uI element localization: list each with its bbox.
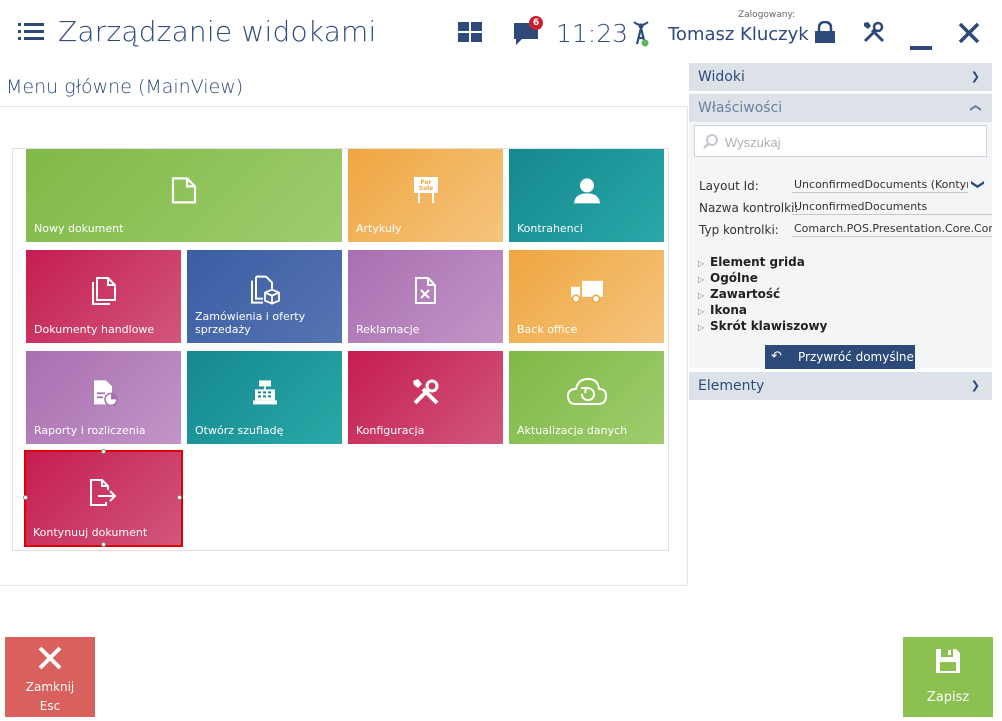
save-button-label: Zapisz	[926, 690, 970, 705]
hamburger-menu-icon[interactable]	[18, 22, 44, 42]
tiles-view-icon[interactable]	[458, 22, 482, 46]
control-name-field[interactable]: UnconfirmedDocuments	[792, 200, 992, 215]
elementy-section-header[interactable]: Elementy ❯	[689, 372, 992, 400]
for-sale-sign-icon: For Sale	[412, 175, 440, 205]
tile-raporty-rozliczenia[interactable]: Raporty i rozliczenia	[26, 351, 181, 444]
layout-id-select[interactable]: UnconfirmedDocuments (Kontynuuj	[792, 178, 968, 193]
connection-status-icon[interactable]	[631, 20, 651, 52]
tile-zamowienia-oferty[interactable]: Zamówienia i oferty sprzedaży	[187, 250, 342, 343]
resize-handle-top[interactable]	[101, 449, 106, 454]
clock-time: 11:23	[556, 19, 629, 48]
control-type-field[interactable]: Comarch.POS.Presentation.Core.Contro	[792, 222, 992, 237]
expand-triangle-icon: ▷	[698, 291, 705, 300]
cash-register-icon	[251, 378, 279, 406]
expand-triangle-icon: ▷	[698, 323, 705, 332]
app-title: Zarządzanie widokami	[58, 15, 377, 48]
tile-artykuly[interactable]: For Sale Artykuły	[348, 149, 503, 242]
tree-item-label: Ikona	[710, 303, 748, 317]
tile-label: Artykuły	[356, 222, 402, 235]
close-button[interactable]: Zamknij Esc	[5, 637, 95, 717]
search-box[interactable]	[694, 125, 987, 157]
widoki-label: Widoki	[698, 69, 745, 85]
undo-icon: ↶	[771, 349, 782, 364]
save-button[interactable]: Zapisz	[903, 637, 993, 717]
documents-box-icon	[249, 274, 281, 306]
close-icon	[5, 645, 95, 675]
tile-label: Kontrahenci	[517, 222, 583, 235]
document-icon	[171, 176, 197, 204]
document-cancel-icon	[412, 276, 440, 306]
tile-label: Otwórz szufladę	[195, 424, 284, 437]
documents-icon	[90, 276, 118, 306]
close-button-shortcut: Esc	[39, 699, 61, 713]
expand-triangle-icon: ▷	[698, 275, 705, 284]
tile-konfiguracja[interactable]: Konfiguracja	[348, 351, 503, 444]
header-bar: Zarządzanie widokami 6 11:23 Zalogowany:…	[0, 0, 1002, 64]
notification-badge: 6	[529, 16, 543, 30]
cloud-refresh-icon	[566, 377, 608, 407]
tile-kontynuuj-dokument[interactable]: Kontynuuj dokument	[24, 450, 183, 547]
minimize-icon[interactable]	[910, 36, 932, 55]
tile-label: Konfiguracja	[356, 424, 425, 437]
tree-item-ogolne[interactable]: ▷ Ogólne	[698, 271, 758, 285]
tree-item-label: Skrót klawiszowy	[710, 319, 828, 333]
chevron-down-icon: ❯	[970, 70, 980, 83]
chevron-down-icon[interactable]: ❯	[970, 179, 985, 190]
logged-in-label: Zalogowany:	[738, 10, 796, 20]
document-arrow-icon	[88, 478, 120, 508]
tile-label: Zamówienia i oferty sprzedaży	[195, 310, 306, 336]
tree-item-zawartosc[interactable]: ▷ Zawartość	[698, 287, 780, 301]
tree-item-label: Element grida	[710, 255, 805, 269]
tile-label: Kontynuuj dokument	[33, 526, 148, 539]
expand-triangle-icon: ▷	[698, 307, 705, 316]
tile-label: Dokumenty handlowe	[34, 323, 155, 336]
resize-handle-right[interactable]	[177, 495, 182, 500]
tile-label: Reklamacje	[356, 323, 420, 336]
floppy-disk-icon	[903, 647, 993, 679]
tile-otworz-szuflade[interactable]: Otwórz szufladę	[187, 351, 342, 444]
user-name[interactable]: Tomasz Kluczyk	[668, 24, 809, 45]
svg-text:Sale: Sale	[418, 185, 433, 192]
report-chart-icon	[90, 378, 118, 406]
prop-label-layout-id: Layout Id:	[699, 179, 759, 193]
person-icon	[573, 176, 601, 204]
tile-label: Aktualizacja danych	[517, 424, 628, 437]
tile-label: Nowy dokument	[34, 222, 124, 235]
restore-defaults-button[interactable]: ↶ Przywróć domyślne	[765, 345, 915, 369]
widoki-section-header[interactable]: Widoki ❯	[689, 63, 992, 91]
tile-back-office[interactable]: Back office	[509, 250, 664, 343]
view-title: Menu główne (MainView)	[6, 76, 244, 98]
search-input[interactable]	[725, 132, 975, 152]
prop-label-nazwa: Nazwa kontrolki:	[699, 201, 799, 215]
tile-dokumenty-handlowe[interactable]: Dokumenty handlowe	[26, 250, 181, 343]
tree-item-skrot-klawiszowy[interactable]: ▷ Skrót klawiszowy	[698, 319, 827, 333]
elementy-label: Elementy	[698, 378, 765, 394]
tree-item-element-grida[interactable]: ▷ Element grida	[698, 255, 805, 269]
expand-triangle-icon: ▷	[698, 259, 705, 268]
tree-item-ikona[interactable]: ▷ Ikona	[698, 303, 747, 317]
search-icon	[703, 133, 719, 153]
restore-defaults-label: Przywróć domyślne	[798, 350, 914, 364]
close-button-label: Zamknij	[25, 680, 75, 694]
tile-label: Raporty i rozliczenia	[34, 424, 146, 437]
tile-label: Back office	[517, 323, 578, 336]
tile-nowy-dokument[interactable]: Nowy dokument	[26, 149, 342, 242]
chevron-down-icon: ❯	[970, 379, 980, 392]
tile-aktualizacja-danych[interactable]: Aktualizacja danych	[509, 351, 664, 444]
lock-icon[interactable]	[814, 20, 836, 47]
close-window-icon[interactable]	[958, 22, 980, 48]
tree-item-label: Zawartość	[710, 287, 781, 301]
tools-icon	[411, 377, 441, 407]
resize-handle-bottom[interactable]	[101, 542, 106, 547]
tile-kontrahenci[interactable]: Kontrahenci	[509, 149, 664, 242]
tools-icon[interactable]	[862, 20, 886, 48]
resize-handle-left[interactable]	[23, 495, 28, 500]
prop-label-typ: Typ kontrolki:	[699, 223, 779, 237]
tile-reklamacje[interactable]: Reklamacje	[348, 250, 503, 343]
truck-icon	[570, 278, 604, 304]
tree-item-label: Ogólne	[710, 271, 758, 285]
